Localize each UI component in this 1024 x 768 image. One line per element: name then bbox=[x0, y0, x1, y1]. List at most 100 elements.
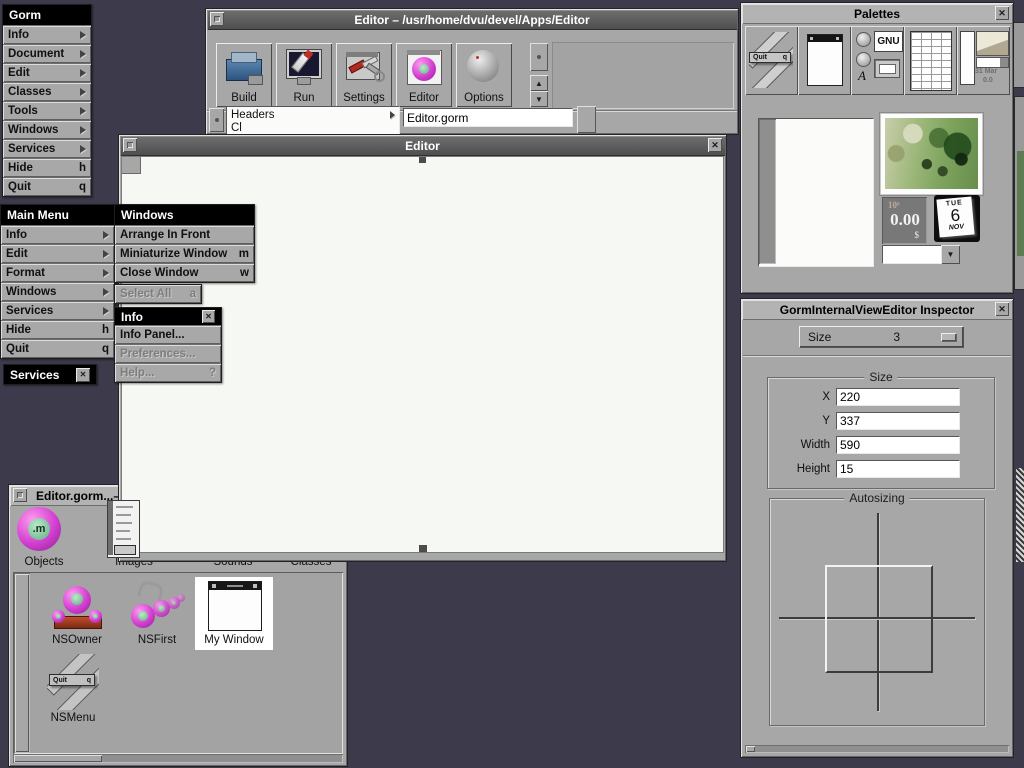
scroll-up-button[interactable]: ▲ bbox=[530, 75, 548, 91]
objects-hscrollbar[interactable] bbox=[13, 754, 343, 763]
text-glyph: A bbox=[858, 68, 866, 84]
menu-item-quit[interactable]: Quitq bbox=[3, 177, 91, 196]
menu-item-tools[interactable]: Tools bbox=[3, 101, 91, 120]
menu-item-quit[interactable]: Quitq bbox=[1, 339, 114, 358]
menu-item-arrange-in-front[interactable]: Arrange In Front bbox=[115, 225, 254, 244]
editor-design-titlebar[interactable]: Editor bbox=[120, 136, 725, 156]
size-legend: Size bbox=[864, 370, 897, 384]
browser-row-label: Headers bbox=[231, 109, 274, 121]
close-button[interactable]: ✕ bbox=[76, 368, 90, 382]
resize-handle-bottom[interactable] bbox=[419, 545, 427, 552]
menu-item-info[interactable]: Info bbox=[1, 225, 114, 244]
info-submenu-titlebar[interactable]: Info ✕ bbox=[115, 308, 221, 325]
editor-app-titlebar[interactable]: Editor – /usr/home/dvu/devel/Apps/Editor bbox=[207, 10, 737, 30]
menu-item-edit[interactable]: Edit bbox=[1, 244, 114, 263]
editor-app-title: Editor – /usr/home/dvu/devel/Apps/Editor bbox=[354, 13, 589, 27]
imageview-item[interactable] bbox=[880, 113, 983, 195]
palette-windows[interactable] bbox=[798, 26, 851, 95]
build-button[interactable]: Build bbox=[216, 43, 272, 107]
menu-item-services[interactable]: Services bbox=[1, 301, 114, 320]
objects-vscrollbar[interactable] bbox=[14, 573, 30, 753]
autosizing-groupbox[interactable]: Autosizing bbox=[769, 498, 985, 726]
menu-item-info[interactable]: Info bbox=[3, 25, 91, 44]
palette-data[interactable] bbox=[904, 26, 957, 95]
inspector-title: GormInternalViewEditor Inspector bbox=[780, 303, 974, 317]
menu-item-windows[interactable]: Windows bbox=[3, 120, 91, 139]
editor-icon bbox=[404, 49, 444, 85]
main-menu-titlebar[interactable]: Main Menu bbox=[1, 205, 114, 225]
submenu-arrow-icon bbox=[80, 88, 86, 96]
menu-item-services[interactable]: Services bbox=[3, 139, 91, 158]
settings-button[interactable]: Settings bbox=[336, 43, 392, 107]
resize-corner-pattern bbox=[1016, 468, 1024, 562]
editor-button[interactable]: Editor bbox=[396, 43, 452, 107]
palette-controls[interactable]: GNU A bbox=[851, 26, 904, 95]
menu-item-document[interactable]: Document bbox=[3, 44, 91, 63]
gorm-menu-title: Gorm bbox=[9, 8, 41, 22]
run-button[interactable]: Run bbox=[276, 43, 332, 107]
width-field[interactable] bbox=[836, 436, 960, 454]
resize-handle-top[interactable] bbox=[419, 157, 426, 163]
close-button[interactable]: ✕ bbox=[708, 138, 722, 152]
tab-objects[interactable]: Objects bbox=[13, 556, 75, 568]
palette-menus[interactable]: Quit q bbox=[745, 26, 798, 95]
currency-unit: $ bbox=[915, 230, 920, 240]
radio-icon bbox=[856, 32, 871, 47]
browser-row-headers[interactable]: Headers bbox=[227, 107, 399, 122]
file-browser-column[interactable]: Headers Cl bbox=[226, 106, 400, 135]
height-field[interactable] bbox=[836, 460, 960, 478]
autosizing-inner-square[interactable] bbox=[825, 565, 933, 673]
miniaturize-button[interactable] bbox=[210, 12, 224, 26]
x-field[interactable] bbox=[836, 388, 960, 406]
close-button[interactable]: ✕ bbox=[995, 6, 1009, 20]
submenu-arrow-icon bbox=[80, 126, 86, 134]
inspector-bottom-scrollbar[interactable] bbox=[745, 745, 1009, 753]
menu-item-windows[interactable]: Windows bbox=[1, 282, 114, 301]
menu-item-close-window[interactable]: Close Windoww bbox=[115, 263, 254, 282]
filename-field[interactable] bbox=[403, 108, 573, 127]
menu-item-help[interactable]: Help...? bbox=[115, 363, 221, 382]
palette-misc[interactable]: 31 Mar 0.0 bbox=[957, 26, 1010, 95]
popup-value: 3 bbox=[893, 330, 900, 344]
menu-item-info-panel[interactable]: Info Panel... bbox=[115, 325, 221, 344]
currency-display-item[interactable]: 10⁶ 0.00 $ bbox=[882, 197, 927, 244]
y-field[interactable] bbox=[836, 412, 960, 430]
object-nsowner-icon[interactable] bbox=[51, 582, 103, 632]
menu-item-edit[interactable]: Edit bbox=[3, 63, 91, 82]
menu-item-preferences[interactable]: Preferences... bbox=[115, 344, 221, 363]
menu-item-format[interactable]: Format bbox=[1, 263, 114, 282]
menu-item-select-all[interactable]: Select All a bbox=[115, 285, 201, 303]
miniaturize-button[interactable] bbox=[13, 488, 27, 502]
scrollview-item-scrollbar[interactable] bbox=[759, 119, 776, 264]
object-nsfirst-icon[interactable] bbox=[131, 582, 183, 632]
scrollview-item[interactable] bbox=[758, 118, 874, 267]
services-menu-titlebar[interactable]: Services ✕ bbox=[4, 365, 96, 384]
browser-column-divider[interactable] bbox=[577, 106, 596, 133]
inspector-titlebar[interactable]: GormInternalViewEditor Inspector bbox=[742, 300, 1012, 320]
tab-objects-icon[interactable]: .m bbox=[17, 507, 61, 551]
info-submenu-title: Info bbox=[121, 310, 143, 324]
scroll-down-button[interactable]: ▼ bbox=[530, 91, 548, 107]
combobox-item-field[interactable] bbox=[882, 245, 945, 264]
textfield-icon bbox=[874, 59, 900, 78]
palettes-titlebar[interactable]: Palettes bbox=[742, 4, 1012, 24]
browser-scroll-knob[interactable] bbox=[209, 108, 224, 132]
combobox-dropdown-button[interactable]: ▼ bbox=[941, 245, 960, 264]
close-button[interactable]: ✕ bbox=[202, 310, 215, 323]
miniaturize-button[interactable] bbox=[123, 138, 137, 152]
menu-item-hide[interactable]: Hideh bbox=[1, 320, 114, 339]
images-tab-icon[interactable] bbox=[107, 500, 140, 558]
inspector-popup-button[interactable]: Size 3 bbox=[799, 326, 963, 347]
calendar-item[interactable]: TUE 6 NOV bbox=[934, 195, 980, 242]
close-button[interactable]: ✕ bbox=[995, 302, 1009, 316]
menu-item-classes[interactable]: Classes bbox=[3, 82, 91, 101]
main-menu-window: Main Menu Info Edit Format Windows Servi… bbox=[0, 204, 115, 359]
menu-item-miniaturize-window[interactable]: Miniaturize Windowm bbox=[115, 244, 254, 263]
windows-submenu-titlebar[interactable]: Windows bbox=[115, 205, 254, 225]
object-nsmenu-icon[interactable]: Quit q bbox=[47, 654, 99, 710]
options-button[interactable]: Options bbox=[456, 43, 512, 107]
gorm-menu-titlebar[interactable]: Gorm bbox=[3, 5, 91, 25]
toolbar-scrollbar-thumb[interactable] bbox=[530, 43, 548, 71]
menu-item-hide[interactable]: Hideh bbox=[3, 158, 91, 177]
miniaturize-icon bbox=[214, 16, 220, 22]
